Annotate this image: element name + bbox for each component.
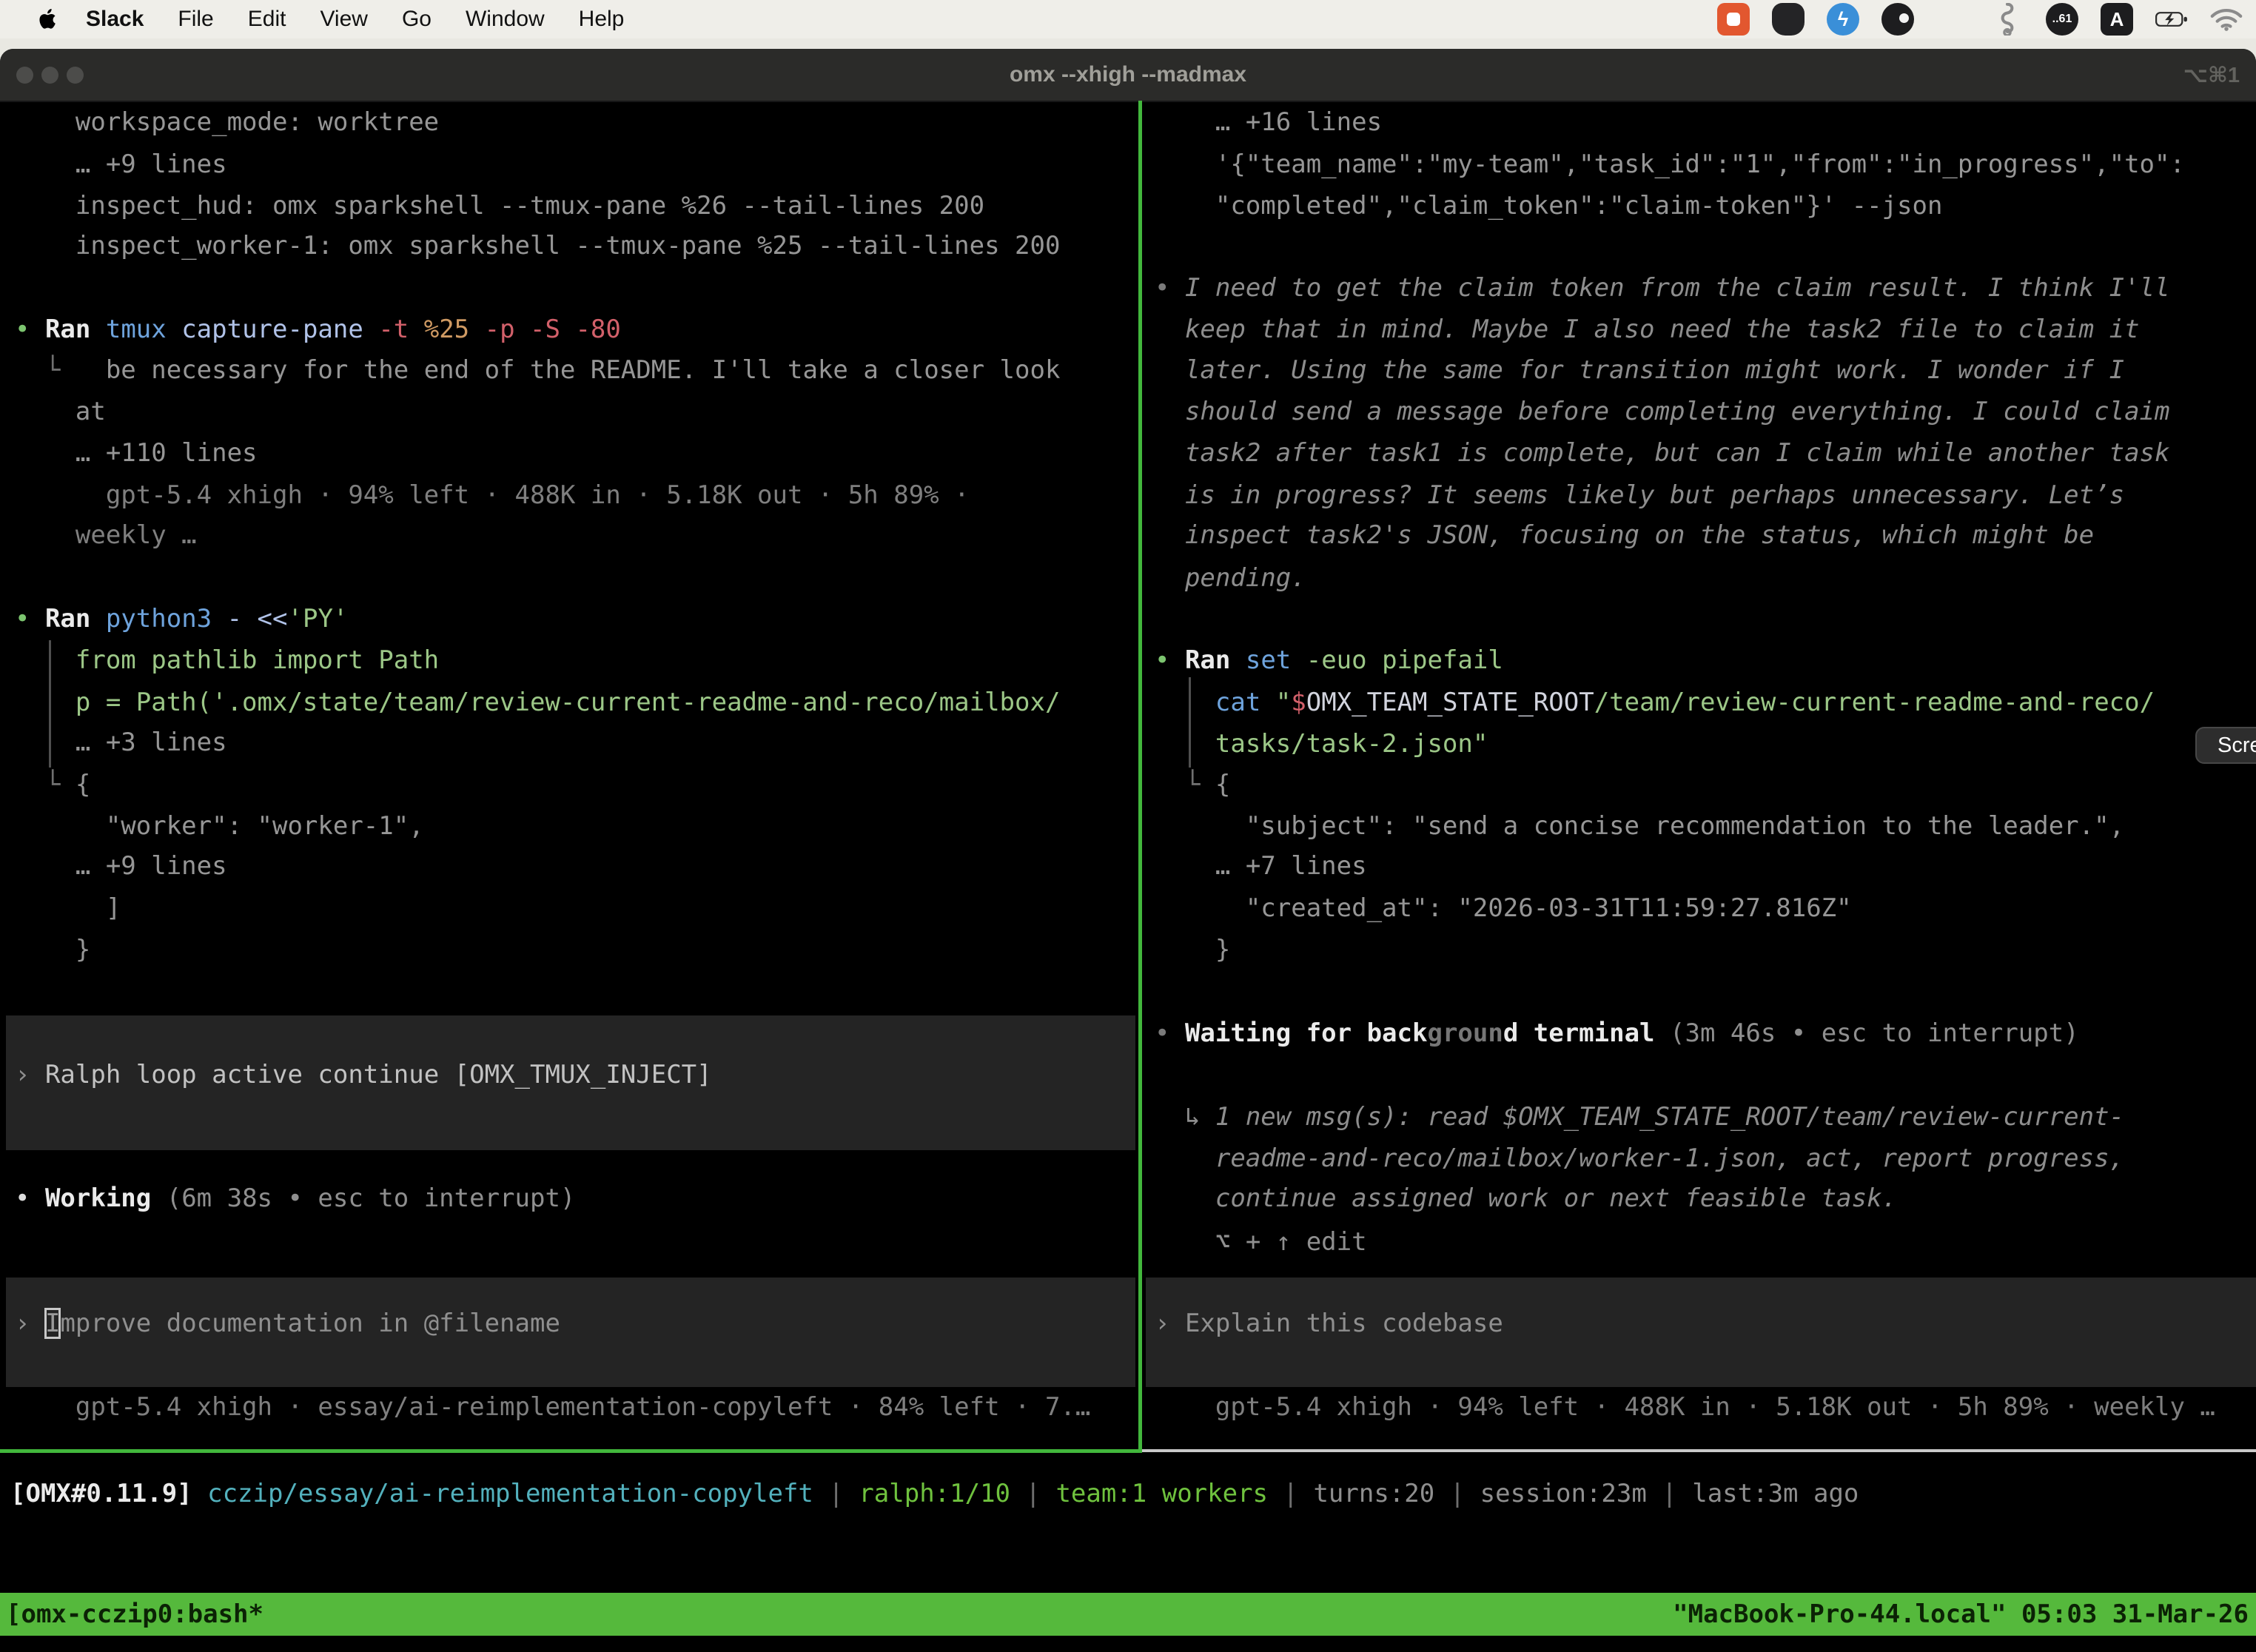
text-cursor: I: [45, 1309, 60, 1338]
pane-border-bottom-left: [0, 1449, 1142, 1453]
menu-item-view[interactable]: View: [320, 7, 367, 32]
terminal-line: '{"team_name":"my-team","task_id":"1","f…: [1155, 144, 2185, 185]
terminal-line: keep that in mind. Maybe I also need the…: [1155, 309, 2140, 350]
terminal-line: └ be necessary for the end of the README…: [15, 349, 1060, 391]
terminal-line: … +7 lines: [1155, 845, 1367, 887]
menu-bar-items: File Edit View Go Window Help: [144, 7, 624, 32]
terminal-line: … +9 lines: [15, 144, 227, 185]
menu-item-file[interactable]: File: [178, 7, 213, 32]
working-status-line: • Working (6m 38s • esc to interrupt): [15, 1178, 575, 1219]
terminal-line: cat "$OMX_TEAM_STATE_ROOT/team/review-cu…: [1155, 682, 2155, 723]
omx-hud-line: [OMX#0.11.9] cczip/essay/ai-reimplementa…: [10, 1473, 1859, 1514]
screen-overlay-tooltip: Scre: [2195, 727, 2256, 764]
terminal-content: workspace_mode: worktree … +9 lines insp…: [0, 101, 2256, 1652]
terminal-line: readme-and-reco/mailbox/worker-1.json, a…: [1155, 1138, 2124, 1179]
terminal-line: task2 after task1 is complete, but can I…: [1155, 432, 2169, 474]
menu-item-window[interactable]: Window: [466, 7, 545, 32]
terminal-line: weekly …: [15, 514, 197, 556]
terminal-line: tasks/task-2.json": [1155, 723, 1488, 765]
terminal-line: • Ran tmux capture-pane -t %25 -p -S -80: [15, 309, 621, 350]
squiggle-icon[interactable]: [1991, 3, 2024, 36]
moon-app-icon[interactable]: [1881, 3, 1914, 36]
waiting-status-line: • Waiting for background terminal (3m 46…: [1155, 1013, 2079, 1054]
terminal-line: ]: [15, 887, 121, 929]
terminal-line: └ {: [15, 764, 90, 805]
terminal-line: should send a message before completing …: [1155, 391, 2169, 432]
status-icons: ϟ ..61 A: [1717, 0, 2243, 38]
tmux-session-label: [omx-cczip0:bash*: [6, 1599, 263, 1629]
model-status-line: gpt-5.4 xhigh · 94% left · 488K in · 5.1…: [1155, 1386, 2215, 1428]
prompt-line-left: › Improve documentation in @filename: [15, 1303, 560, 1344]
menu-app-name[interactable]: Slack: [86, 7, 144, 32]
battery-icon[interactable]: [2155, 3, 2188, 36]
window-title: omx --xhigh --madmax: [0, 49, 2256, 101]
terminal-line: inspect_worker-1: omx sparkshell --tmux-…: [15, 225, 1060, 266]
dots-grid-icon[interactable]: [1936, 3, 1969, 36]
menu-item-edit[interactable]: Edit: [248, 7, 286, 32]
prompt-line-right: › Explain this codebase: [1155, 1303, 1503, 1344]
blue-badge-icon[interactable]: ϟ: [1827, 3, 1859, 36]
edit-hint-line: ⌥ + ↑ edit: [1155, 1221, 1367, 1263]
terminal-line: • I need to get the claim token from the…: [1155, 267, 2170, 309]
chat-app-icon[interactable]: [1717, 3, 1750, 36]
terminal-line: later. Using the same for transition mig…: [1155, 349, 2124, 391]
terminal-line: workspace_mode: worktree: [15, 101, 439, 143]
screen: { "menu_bar": { "app_name": "Slack", "it…: [0, 0, 2256, 1652]
wifi-icon[interactable]: [2210, 3, 2243, 36]
terminal-line: at: [15, 391, 106, 432]
battery-percent-icon[interactable]: ..61: [2046, 3, 2078, 36]
terminal-line: continue assigned work or next feasible …: [1155, 1178, 1897, 1219]
agent-notice-line: › Ralph loop active continue [OMX_TMUX_I…: [15, 1054, 712, 1095]
pane-border-bottom-right: [1142, 1449, 2256, 1452]
apple-menu-icon[interactable]: [38, 9, 56, 30]
terminal-line: }: [1155, 929, 1230, 970]
terminal-line: • Ran python3 - <<'PY': [15, 598, 348, 639]
terminal-line: p = Path('.omx/state/team/review-current…: [15, 682, 1060, 723]
terminal-line: inspect_hud: omx sparkshell --tmux-pane …: [15, 185, 984, 226]
tmux-status-bar: [omx-cczip0:bash* "MacBook-Pro-44.local"…: [0, 1593, 2256, 1636]
menu-item-help[interactable]: Help: [579, 7, 625, 32]
pane-divider[interactable]: [1138, 101, 1142, 1449]
terminal-line: from pathlib import Path: [15, 639, 439, 681]
terminal-line: … +9 lines: [15, 845, 227, 887]
input-source-icon[interactable]: A: [2101, 3, 2133, 36]
terminal-line: "worker": "worker-1",: [15, 805, 424, 847]
keyboard-shield-icon[interactable]: [1772, 3, 1805, 36]
terminal-line: … +3 lines: [15, 722, 227, 763]
menu-bar: Slack File Edit View Go Window Help ϟ ..61 A: [0, 0, 2256, 38]
terminal-line: ↳ 1 new msg(s): read $OMX_TEAM_STATE_ROO…: [1155, 1096, 2124, 1138]
terminal-line: … +110 lines: [15, 432, 258, 474]
window-titlebar[interactable]: omx --xhigh --madmax ⌥⌘1: [0, 49, 2256, 102]
terminal-line: … +16 lines: [1155, 101, 1382, 143]
window-shortcut-badge: ⌥⌘1: [2183, 49, 2240, 101]
terminal-line: gpt-5.4 xhigh · 94% left · 488K in · 5.1…: [15, 474, 970, 516]
model-status-line: gpt-5.4 xhigh · essay/ai-reimplementatio…: [15, 1386, 1090, 1428]
tmux-host-clock-label: "MacBook-Pro-44.local" 05:03 31-Mar-26: [1673, 1599, 2249, 1629]
terminal-line: "completed","claim_token":"claim-token"}…: [1155, 185, 1942, 226]
terminal-line: • Ran set -euo pipefail: [1155, 639, 1503, 681]
terminal-line: inspect task2's JSON, focusing on the st…: [1155, 514, 2094, 556]
terminal-line: is in progress? It seems likely but perh…: [1155, 474, 2124, 516]
terminal-line: "created_at": "2026-03-31T11:59:27.816Z": [1155, 887, 1852, 929]
menu-item-go[interactable]: Go: [402, 7, 432, 32]
tooltip-label: Scre: [2218, 733, 2256, 758]
terminal-line: pending.: [1155, 557, 1306, 599]
terminal-line: }: [15, 929, 90, 970]
terminal-line: "subject": "send a concise recommendatio…: [1155, 805, 2124, 847]
terminal-line: └ {: [1155, 764, 1230, 805]
